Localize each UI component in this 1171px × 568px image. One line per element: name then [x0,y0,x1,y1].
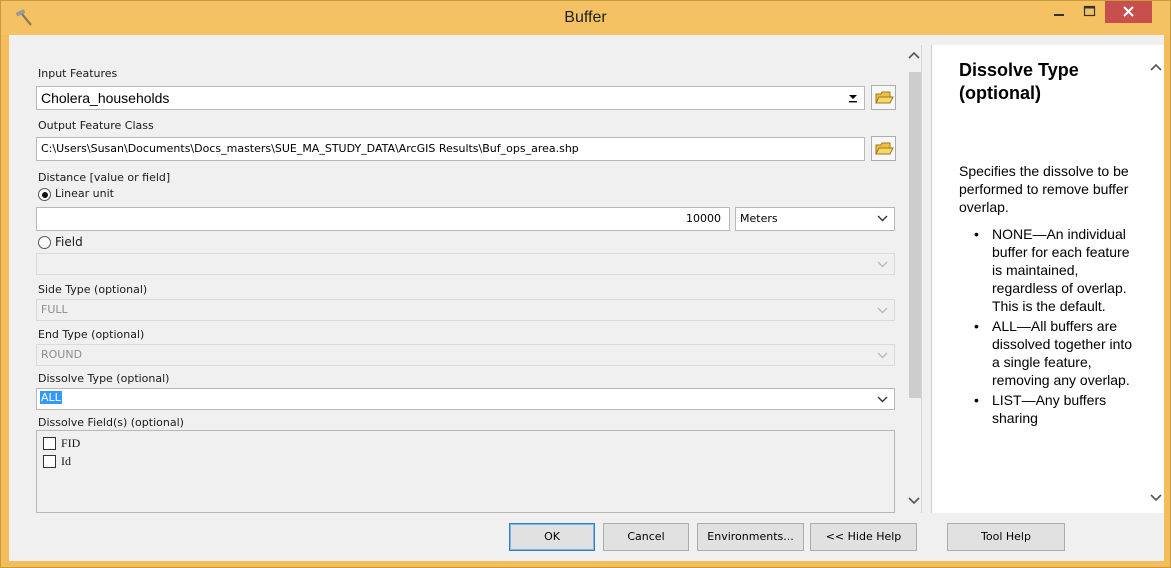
cancel-button[interactable]: Cancel [603,523,689,551]
help-description: Specifies the dissolve to be performed t… [959,163,1129,215]
maximize-icon [1083,5,1096,17]
distance-field-dropdown[interactable] [36,253,895,275]
help-list: NONE—An individual buffer for each featu… [974,225,1134,429]
chevron-down-icon [877,212,888,227]
title-bar[interactable]: Buffer [1,1,1170,35]
close-button[interactable] [1105,1,1152,23]
list-item: FID [61,436,81,450]
end-type-label: End Type (optional) [38,328,145,341]
linear-unit-label: Linear unit [55,187,114,200]
field-radio[interactable] [38,236,51,249]
chevron-down-icon[interactable] [907,493,921,510]
output-feature-class-input[interactable]: C:\Users\Susan\Documents\Docs_masters\SU… [36,137,865,161]
list-item: Id [61,454,71,468]
dissolve-type-label: Dissolve Type (optional) [38,372,170,385]
output-feature-class-label: Output Feature Class [38,119,154,132]
chevron-down-icon[interactable] [1149,490,1163,507]
chevron-up-icon[interactable] [907,49,921,66]
window-title: Buffer [564,9,607,26]
distance-unit-dropdown[interactable]: Meters [735,207,895,231]
chevron-up-icon[interactable] [1149,61,1163,78]
buffer-dialog: Buffer Input Features Cholera_households… [0,0,1171,568]
side-type-dropdown[interactable]: FULL [36,299,895,321]
distance-value-input[interactable]: 10000 [36,207,730,231]
tool-help-button[interactable]: Tool Help [947,523,1065,551]
linear-unit-radio[interactable] [38,188,51,201]
output-feature-class-browse-button[interactable] [871,136,896,161]
distance-label: Distance [value or field] [38,171,171,184]
input-features-dropdown[interactable]: Cholera_households [36,86,865,110]
parameters-pane: Input Features Cholera_households Output… [9,45,921,513]
chevron-down-icon [877,304,888,319]
dissolve-type-dropdown[interactable]: ALL [36,388,895,410]
help-scrollbar[interactable] [1149,45,1164,513]
input-features-browse-button[interactable] [871,85,896,110]
scrollbar-thumb[interactable] [909,72,921,398]
chevron-down-icon [877,393,888,408]
dialog-client: Input Features Cholera_households Output… [9,35,1164,561]
folder-open-icon [875,91,894,104]
pane-divider[interactable] [921,45,931,513]
folder-open-icon [875,142,894,155]
button-bar: OK Cancel Environments... << Hide Help T… [9,515,1164,561]
dropdown-arrow-icon [848,90,858,107]
dissolve-field-checkbox-fid[interactable] [43,437,56,450]
dissolve-field-checkbox-id[interactable] [43,455,56,468]
ok-button[interactable]: OK [509,523,595,551]
help-list-item: ALL—All buffers are dissolved together i… [974,317,1134,389]
help-list-item: LIST—Any buffers sharing [974,391,1134,427]
close-icon [1123,6,1134,17]
end-type-dropdown[interactable]: ROUND [36,344,895,366]
chevron-down-icon [877,258,888,273]
parameters-scrollbar[interactable] [906,45,921,513]
minimize-button[interactable] [1044,1,1074,23]
chevron-down-icon [877,349,888,364]
dissolve-fields-label: Dissolve Field(s) (optional) [38,416,184,429]
field-label: Field [55,235,83,249]
input-features-label: Input Features [38,67,118,80]
help-title: Dissolve Type (optional) [959,60,1079,103]
help-list-item: NONE—An individual buffer for each featu… [974,225,1134,315]
hide-help-button[interactable]: << Hide Help [810,523,917,551]
help-pane: Dissolve Type (optional) Specifies the d… [931,45,1164,513]
dissolve-fields-list: FID Id [36,430,895,513]
maximize-button[interactable] [1074,1,1104,23]
minimize-icon [1054,14,1064,16]
side-type-label: Side Type (optional) [38,283,148,296]
environments-button[interactable]: Environments... [697,523,804,551]
